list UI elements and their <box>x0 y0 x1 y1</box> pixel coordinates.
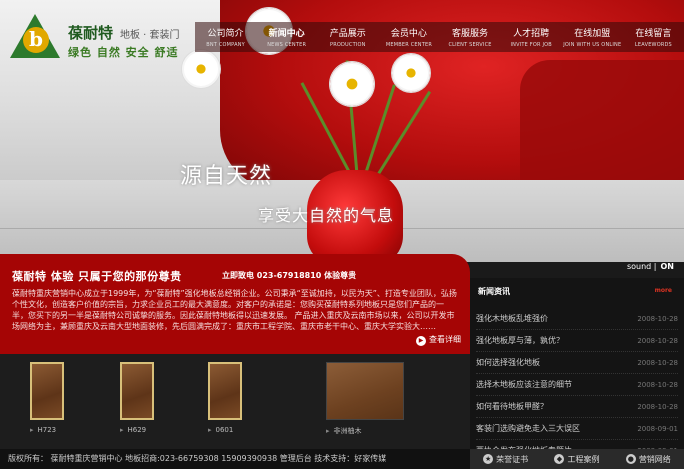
news-title: 新闻资讯 <box>478 287 510 296</box>
nav-item-message[interactable]: 在线留言 LEAVEWORDS <box>623 22 684 52</box>
certificate-icon: ★ <box>483 454 494 464</box>
product-thumbnail <box>30 362 64 420</box>
nav-item-news[interactable]: 新闻中心 NEWS CENTER <box>256 22 317 52</box>
news-list: 强化木地板乱堆强价 2008-10-28 强化地板厚与薄，孰优？ 2008-10-2… <box>476 308 678 462</box>
link-network[interactable]: ● 营销网络 <box>625 454 671 465</box>
brand-name: 葆耐特 <box>68 24 114 42</box>
main-nav: 公司简介 BNT COMPANY 新闻中心 NEWS CENTER 产品展示 PROD… <box>195 22 684 52</box>
news-more-link[interactable]: more <box>655 287 672 294</box>
hero-slogan-primary: 源自天然 <box>180 164 273 189</box>
sofa-arm <box>520 60 684 190</box>
case-icon: ◆ <box>554 454 565 464</box>
news-item[interactable]: 如何看待地板甲醛？ 2008-10-28 <box>476 396 678 418</box>
product-item[interactable]: H723 <box>30 362 64 434</box>
link-cases[interactable]: ◆ 工程案例 <box>554 454 599 465</box>
nav-item-jobs[interactable]: 人才招聘 INVITE FOR JOB <box>501 22 562 52</box>
nav-item-company[interactable]: 公司简介 BNT COMPANY <box>195 22 256 52</box>
sound-toggle[interactable]: sound | ON <box>627 262 674 271</box>
intro-text: 葆耐特重庆营销中心成立于1999年，为“葆耐特”强化地板总经销企业。公司秉承“至… <box>12 289 457 331</box>
quick-links: ★ 荣誉证书 ◆ 工程案例 ● 营销网络 <box>470 449 684 469</box>
nav-item-join[interactable]: 在线加盟 JOIN WITH US ONLINE <box>562 22 623 52</box>
daisy-flower <box>330 62 374 106</box>
news-item[interactable]: 选择木地板应该注意的细节 2008-10-28 <box>476 374 678 396</box>
brand-subtitle: 地板 · 套装门 <box>120 30 180 41</box>
product-item[interactable]: H629 <box>120 362 154 434</box>
intro-phone: 立即致电 023-67918810 体验尊贵 <box>222 271 357 280</box>
network-icon: ● <box>625 454 636 464</box>
product-thumbnail <box>208 362 242 420</box>
intro-more-link[interactable]: 查看详细 <box>416 334 461 346</box>
intro-panel: 葆耐特 体验 只属于您的那份尊贵 立即致电 023-67918810 体验尊贵 … <box>0 254 470 354</box>
nav-item-products[interactable]: 产品展示 PRODUCTION <box>317 22 378 52</box>
brand-tagline: 绿色 自然 安全 舒适 <box>68 46 179 59</box>
brand-logo[interactable]: b <box>10 14 60 60</box>
nav-item-members[interactable]: 会员中心 MEMBER CENTER <box>378 22 439 52</box>
hero-slogan-secondary: 享受大自然的气息 <box>258 206 395 225</box>
news-item[interactable]: 强化地板厚与薄，孰优？ 2008-10-28 <box>476 330 678 352</box>
product-item[interactable]: 非洲柚木 <box>326 362 404 436</box>
footer-copyright: 版权所有： 葆耐特重庆营销中心 地板招商:023-66759308 159093… <box>0 449 470 469</box>
news-item[interactable]: 如何选择强化地板 2008-10-28 <box>476 352 678 374</box>
logo-letter: b <box>23 27 49 53</box>
nav-item-service[interactable]: 客服服务 CLIENT SERVICE <box>440 22 501 52</box>
intro-title: 葆耐特 体验 只属于您的那份尊贵 <box>12 270 182 283</box>
daisy-flower <box>182 50 220 88</box>
sound-state: ON <box>660 262 675 271</box>
link-certificates[interactable]: ★ 荣誉证书 <box>483 454 528 465</box>
product-thumbnail <box>326 362 404 420</box>
product-strip: H723 H629 0601 非洲柚木 <box>0 354 470 449</box>
product-item[interactable]: 0601 <box>208 362 242 434</box>
news-panel: 新闻资讯 more 强化木地板乱堆强价 2008-10-28 强化地板厚与薄，孰优… <box>470 278 684 462</box>
news-item[interactable]: 强化木地板乱堆强价 2008-10-28 <box>476 308 678 330</box>
product-thumbnail <box>120 362 154 420</box>
daisy-flower <box>392 54 430 92</box>
news-item[interactable]: 客装门选购避免走入三大误区 2008-09-01 <box>476 418 678 440</box>
